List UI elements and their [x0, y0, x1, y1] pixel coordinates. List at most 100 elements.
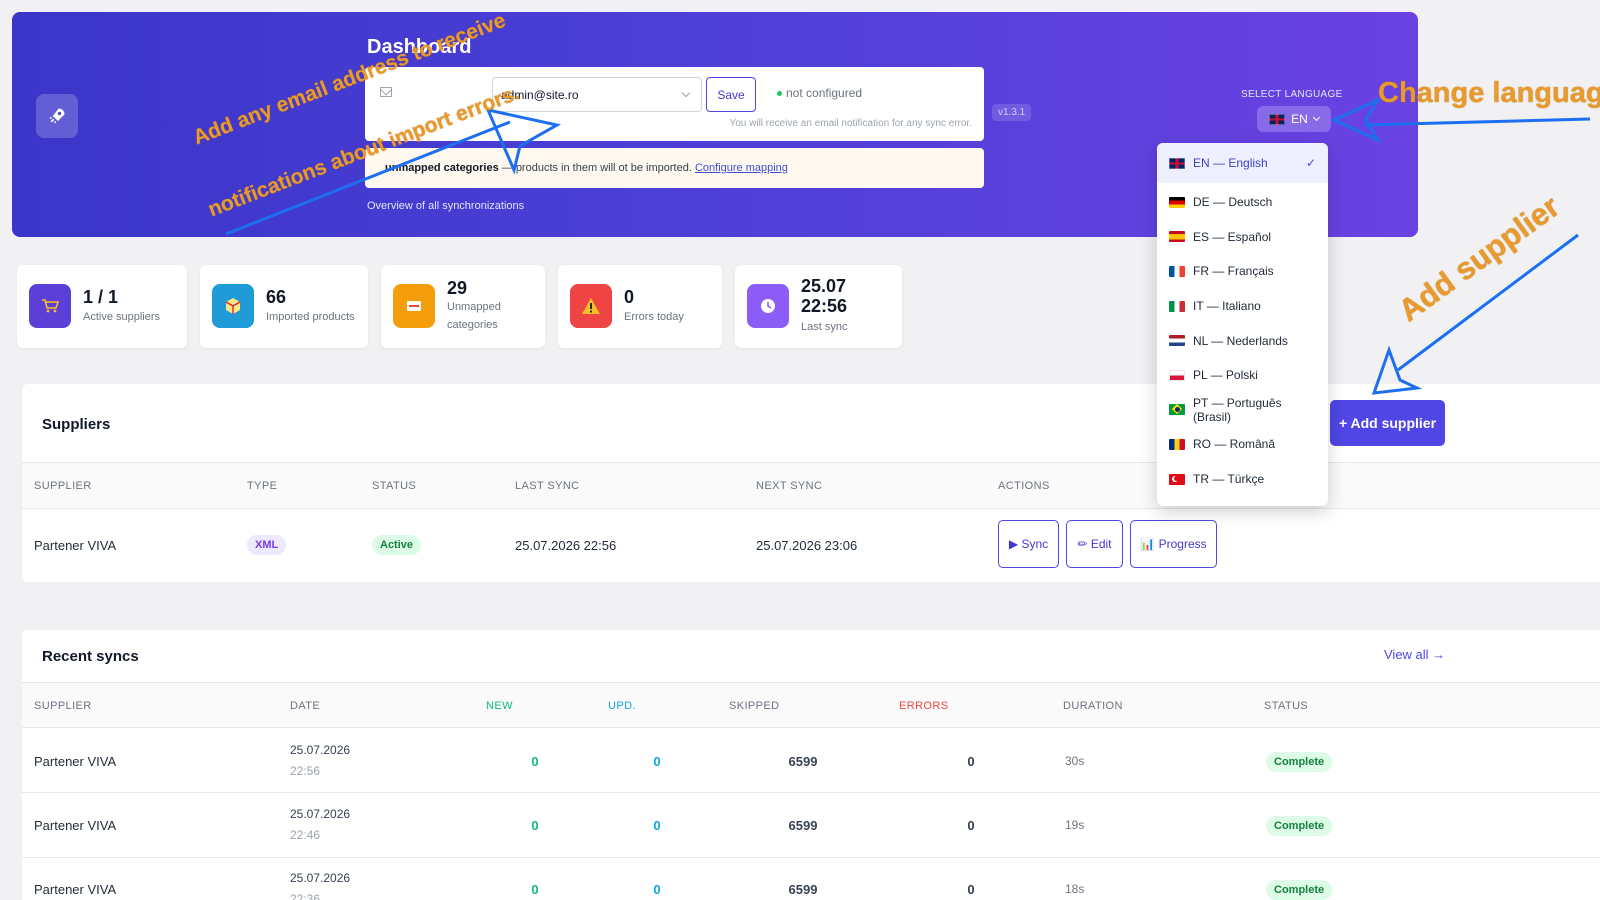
- new-count: 0: [531, 754, 539, 769]
- recent-syncs-title: Recent syncs: [42, 648, 139, 665]
- stat-card-last-sync: 25.07 22:56 Last sync: [735, 265, 902, 348]
- column-header-status[interactable]: STATUS: [1264, 700, 1308, 712]
- flag-icon: [1169, 196, 1185, 208]
- uk-flag-icon: [1269, 113, 1286, 125]
- column-header-supplier[interactable]: SUPPLIER: [34, 700, 92, 712]
- sync-date-day: 25.07.2026: [290, 871, 351, 885]
- notification-email-input[interactable]: [492, 77, 702, 112]
- rocket-logo-icon: [36, 94, 78, 138]
- last-sync-value: 25.07.2026 22:56: [515, 538, 617, 553]
- stat-value: 29: [447, 278, 468, 298]
- errors-count: 0: [967, 818, 975, 833]
- column-header-new[interactable]: NEW: [486, 700, 513, 712]
- language-option[interactable]: ES — Español: [1157, 220, 1328, 255]
- flag-icon: [1169, 231, 1185, 243]
- email-status-text: not configured: [786, 86, 863, 100]
- language-option-label: RO — Română: [1193, 437, 1276, 452]
- column-header-duration[interactable]: DURATION: [1063, 700, 1123, 712]
- sync-supplier-name[interactable]: Partener VIVA: [34, 818, 116, 833]
- warning-icon: [570, 284, 612, 328]
- column-header-type[interactable]: TYPE: [247, 480, 277, 492]
- warning-bold-text: unmapped categories: [385, 162, 499, 174]
- stat-label: Imported products: [266, 311, 355, 323]
- column-header-date[interactable]: DATE: [290, 700, 320, 712]
- language-option-label: DE — Deutsch: [1193, 195, 1273, 210]
- language-option-label: ES — Español: [1193, 229, 1272, 244]
- cart-icon: [29, 284, 71, 328]
- language-option[interactable]: EN — English ✓: [1157, 143, 1328, 183]
- column-header-errors[interactable]: ERRORS: [899, 700, 948, 712]
- language-option-label: TR — Türkçe: [1193, 472, 1265, 487]
- column-header-status[interactable]: STATUS: [372, 480, 416, 492]
- language-option[interactable]: PT — Português (Brasil): [1157, 393, 1328, 428]
- stat-value: 0: [624, 287, 635, 307]
- status-badge: Complete: [1266, 752, 1333, 772]
- next-sync-value: 25.07.2026 23:06: [756, 538, 858, 553]
- updated-count: 0: [653, 818, 661, 833]
- stat-label: Active suppliers: [83, 311, 161, 323]
- mail-icon: [380, 87, 392, 97]
- duration-value: 18s: [1065, 882, 1085, 896]
- status-dot-icon: [777, 91, 782, 96]
- current-language: EN: [1291, 112, 1308, 126]
- language-option-label: IT — Italiano: [1193, 299, 1261, 314]
- progress-button[interactable]: 📊 Progress: [1130, 520, 1217, 568]
- sync-supplier-name[interactable]: Partener VIVA: [34, 754, 116, 769]
- supplier-name[interactable]: Partener VIVA: [34, 538, 116, 553]
- sync-date: 25.07.2026 22:36: [290, 868, 350, 900]
- stat-label: Unmapped categories: [447, 301, 501, 331]
- status-badge: Active: [372, 535, 422, 555]
- unmapped-warning-banner: unmapped categories — products in them w…: [365, 148, 984, 188]
- sync-date-time: 22:36: [290, 892, 321, 900]
- errors-count: 0: [967, 882, 975, 897]
- stat-value: 25.07 22:56: [801, 276, 848, 316]
- sync-button[interactable]: ▶ Sync: [998, 520, 1059, 568]
- configure-mapping-link[interactable]: Configure mapping: [695, 162, 788, 174]
- add-supplier-button[interactable]: + Add supplier: [1330, 400, 1445, 446]
- column-header-last-sync[interactable]: LAST SYNC: [515, 480, 580, 492]
- sync-date-day: 25.07.2026: [290, 743, 351, 757]
- save-email-button[interactable]: Save: [706, 77, 756, 112]
- sync-date-time: 22:46: [290, 828, 321, 842]
- sync-date: 25.07.2026 22:56: [290, 740, 350, 782]
- skipped-count: 6599: [788, 882, 818, 897]
- column-header-updated[interactable]: UPD.: [608, 700, 636, 712]
- warning-text: — products in them will ot be imported.: [498, 162, 695, 174]
- table-header: [22, 682, 1600, 727]
- duration-value: 19s: [1065, 818, 1085, 832]
- language-option[interactable]: IT — Italiano: [1157, 289, 1328, 324]
- column-header-skipped[interactable]: SKIPPED: [729, 700, 780, 712]
- language-option-label: FR — Français: [1193, 264, 1274, 279]
- flag-icon: [1169, 300, 1185, 312]
- edit-button[interactable]: ✏ Edit: [1066, 520, 1123, 568]
- language-option[interactable]: FR — Français: [1157, 254, 1328, 289]
- stat-card-errors: 0 Errors today: [558, 265, 722, 348]
- type-badge: XML: [247, 535, 287, 555]
- suppliers-title: Suppliers: [42, 416, 111, 433]
- language-selector-button[interactable]: EN: [1257, 106, 1331, 132]
- new-count: 0: [531, 818, 539, 833]
- language-option[interactable]: DE — Deutsch: [1157, 185, 1328, 220]
- flag-icon: [1169, 473, 1185, 485]
- stat-label: Errors today: [624, 311, 684, 323]
- language-option[interactable]: NL — Nederlands: [1157, 323, 1328, 358]
- sync-supplier-name[interactable]: Partener VIVA: [34, 882, 116, 897]
- language-option-label: EN — English: [1193, 156, 1268, 170]
- language-option[interactable]: TR — Türkçe: [1157, 462, 1328, 497]
- flag-icon: [1169, 404, 1185, 416]
- sync-date-time: 22:56: [290, 764, 321, 778]
- version-badge: v1.3.1: [992, 104, 1032, 121]
- stat-card-products: 66 Imported products: [200, 265, 368, 348]
- updated-count: 0: [653, 754, 661, 769]
- skipped-count: 6599: [788, 818, 818, 833]
- sync-date: 25.07.2026 22:46: [290, 804, 350, 846]
- new-count: 0: [531, 882, 539, 897]
- column-header-supplier[interactable]: SUPPLIER: [34, 480, 92, 492]
- view-all-link[interactable]: View all →: [1384, 647, 1445, 662]
- sync-date-day: 25.07.2026: [290, 807, 351, 821]
- language-option[interactable]: RO — Română: [1157, 427, 1328, 462]
- column-header-next-sync[interactable]: NEXT SYNC: [756, 480, 822, 492]
- duration-value: 30s: [1065, 754, 1085, 768]
- language-option[interactable]: PL — Polski: [1157, 358, 1328, 393]
- email-hint-text: You will receive an email notification f…: [729, 118, 972, 129]
